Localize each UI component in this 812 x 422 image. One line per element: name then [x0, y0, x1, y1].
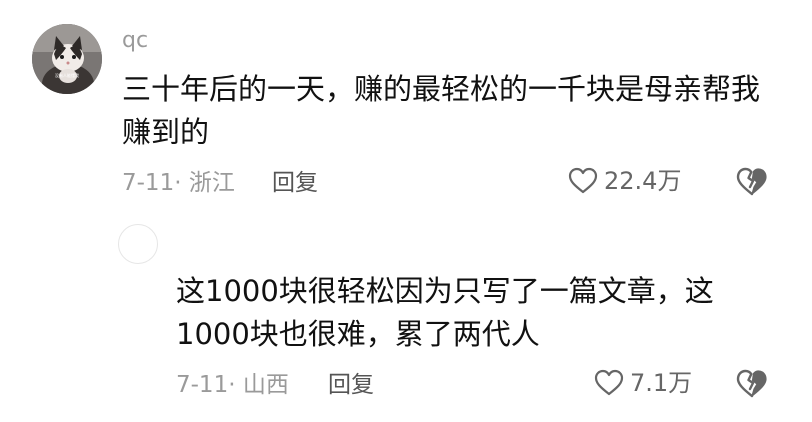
broken-heart-icon — [736, 167, 767, 196]
heart-outline-icon — [594, 369, 624, 396]
avatar[interactable]: 没有人能懂我 — [32, 24, 102, 94]
avatar-caption: 没有人能懂我 — [55, 72, 79, 78]
comment-meta: 7-11· 浙江 — [122, 168, 235, 198]
comment-text: 三十年后的一天，赚的最轻松的一千块是母亲帮我赚到的 — [122, 72, 761, 149]
like-button[interactable]: 7.1万 — [594, 368, 692, 398]
like-button[interactable]: 22.4万 — [568, 166, 681, 196]
like-count: 7.1万 — [630, 369, 693, 397]
reply-button[interactable]: 回复 — [272, 168, 318, 198]
dislike-button[interactable] — [736, 167, 768, 197]
broken-heart-icon — [736, 369, 767, 398]
cat-avatar-image: 没有人能懂我 — [32, 24, 102, 94]
meta-separator: · — [174, 170, 189, 196]
comment-date: 7-11 — [122, 170, 175, 196]
like-count: 22.4万 — [604, 167, 682, 195]
reply-date: 7-11 — [176, 372, 229, 398]
meta-separator: · — [228, 372, 243, 398]
reply-avatar[interactable] — [118, 224, 158, 264]
reply-text: 这1000块很轻松因为只写了一篇文章，这1000块也很难，累了两代人 — [176, 274, 714, 351]
dislike-button[interactable] — [736, 369, 768, 399]
reply-meta: 7-11· 山西 — [176, 370, 289, 400]
comment-location: 浙江 — [188, 170, 235, 196]
reply-button[interactable]: 回复 — [328, 370, 374, 400]
username[interactable]: qc — [122, 26, 148, 56]
heart-outline-icon — [568, 167, 598, 194]
reply-location: 山西 — [242, 372, 289, 398]
